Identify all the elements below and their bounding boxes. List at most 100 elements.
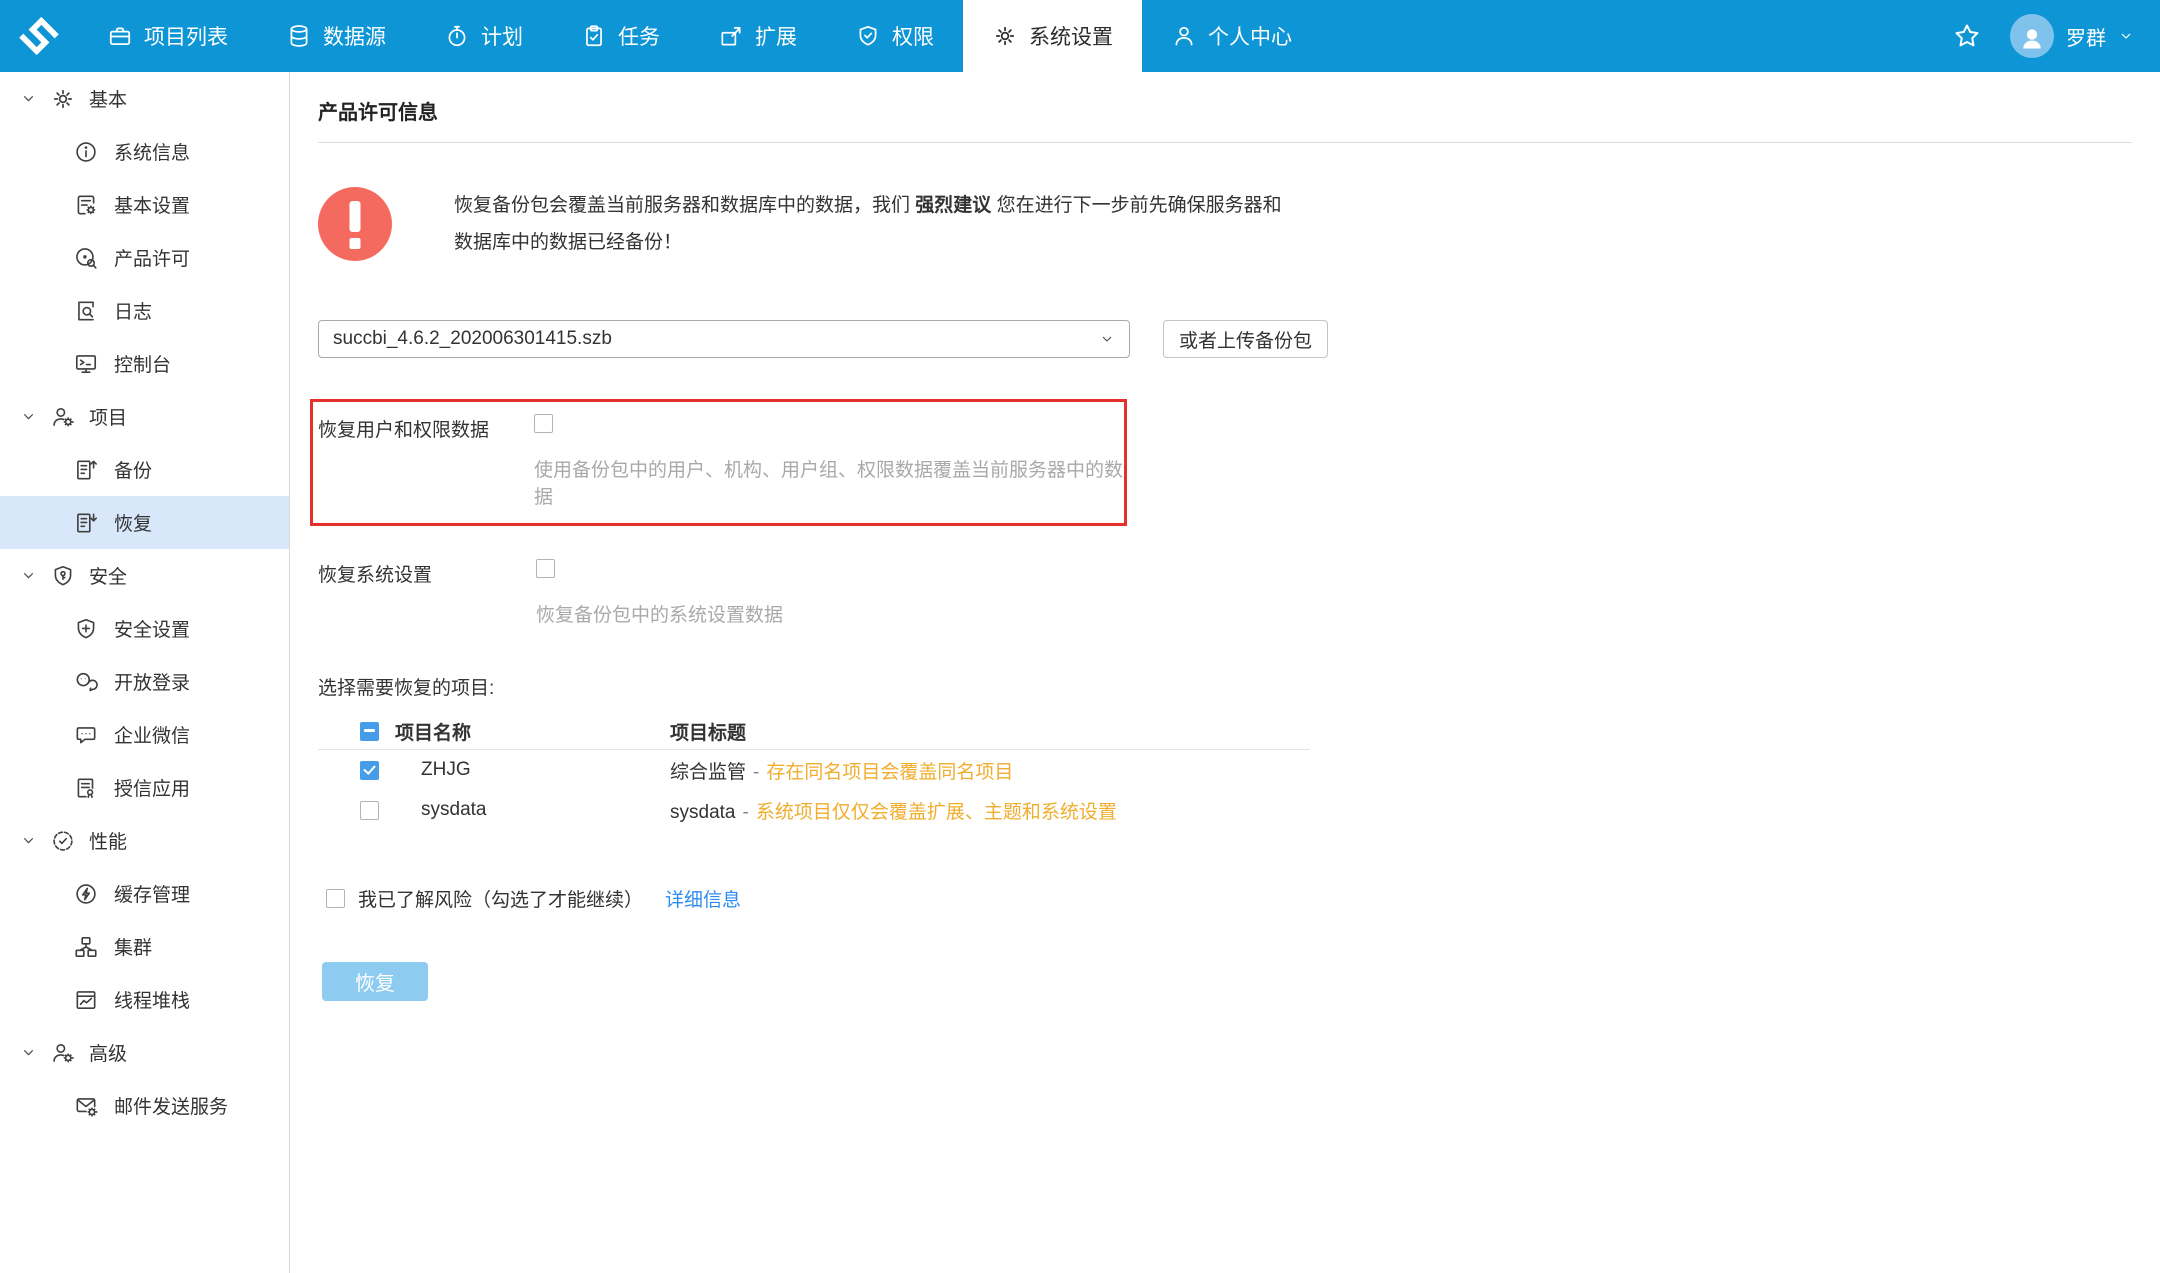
sidebar-item-label: 备份 (114, 461, 153, 482)
chevron-down-icon (20, 408, 37, 425)
shield-icon (855, 23, 881, 49)
sidebar-item[interactable]: 线程堆栈 (0, 973, 289, 1026)
sidebar-item-label: 项目 (89, 408, 128, 429)
sidebar-item[interactable]: 授信应用 (0, 761, 289, 814)
projects-table: 项目名称 项目标题 ZHJG 综合监管 - 存在同名项目会覆盖同名项目 sysdat… (318, 713, 1310, 830)
option-description: 恢复备份包中的系统设置数据 (536, 605, 784, 626)
sidebar-item[interactable]: 开放登录 (0, 655, 289, 708)
nav-tab[interactable]: 数据源 (257, 0, 415, 72)
sidebar-item[interactable]: 系统信息 (0, 125, 289, 178)
sidebar-item[interactable]: 安全 (0, 549, 289, 602)
table-row: ZHJG 综合监管 - 存在同名项目会覆盖同名项目 (318, 750, 1310, 790)
option-checkbox[interactable] (536, 559, 555, 578)
warning-bold-text: 强烈建议 (915, 195, 992, 216)
username: 罗群 (2066, 27, 2106, 50)
select-all-checkbox[interactable] (360, 721, 379, 741)
option-label: 恢复用户和权限数据 (318, 420, 490, 441)
avatar (2010, 14, 2054, 58)
sidebar-item[interactable]: 缓存管理 (0, 867, 289, 920)
doc-seal-icon (73, 775, 99, 801)
nav-tabs: 项目列表 数据源 计划 任务 扩展 权限 系统设置 个人中心 (78, 0, 1321, 72)
succbi-logo-icon (16, 13, 62, 59)
nav-tab[interactable]: 系统设置 (963, 0, 1142, 72)
doc-gear-icon (73, 192, 99, 218)
warning-banner: 恢复备份包会覆盖当前服务器和数据库中的数据，我们 强烈建议 您在进行下一步前先确… (318, 187, 2132, 261)
thread-icon (73, 987, 99, 1013)
cache-icon (73, 881, 99, 907)
chevron-down-icon (20, 832, 37, 849)
project-name: sysdata (421, 799, 487, 820)
sidebar-item[interactable]: 恢复 (0, 496, 289, 549)
exclamation-circle-icon (318, 187, 392, 261)
sidebar-item[interactable]: 集群 (0, 920, 289, 973)
column-header-title: 项目标题 (670, 722, 747, 744)
nav-tab[interactable]: 权限 (826, 0, 963, 72)
restore-button[interactable]: 恢复 (322, 962, 428, 1001)
sidebar-item[interactable]: 基本 (0, 72, 289, 125)
row-checkbox[interactable] (360, 800, 379, 820)
sidebar-item[interactable]: 性能 (0, 814, 289, 867)
nav-tab[interactable]: 计划 (415, 0, 552, 72)
sidebar: 基本 系统信息 基本设置 产品许可 日志 控制台 项目 备份 恢复 安全 安全设… (0, 72, 290, 1273)
sidebar-item-label: 高级 (89, 1044, 128, 1065)
risk-checkbox[interactable] (326, 889, 345, 908)
nav-tab-label: 任务 (618, 26, 660, 49)
console-icon (73, 351, 99, 377)
user-gear-icon (50, 404, 76, 430)
sidebar-item[interactable]: 备份 (0, 443, 289, 496)
gauge-icon (50, 828, 76, 854)
nav-tab-label: 扩展 (755, 26, 797, 49)
option-checkbox[interactable] (534, 414, 553, 433)
sidebar-item-label: 安全 (89, 567, 128, 588)
sidebar-item-label: 基本 (89, 90, 128, 111)
row-checkbox[interactable] (360, 760, 379, 780)
shield-plus-icon (73, 616, 99, 642)
project-note: 存在同名项目会覆盖同名项目 (766, 761, 1014, 783)
column-header-name: 项目名称 (395, 722, 472, 744)
sidebar-item-label: 系统信息 (114, 143, 191, 164)
app-logo[interactable] (0, 0, 78, 72)
project-title: sysdata (670, 801, 736, 823)
nav-tab[interactable]: 项目列表 (78, 0, 257, 72)
favorite-star-icon[interactable] (1952, 21, 1982, 51)
wechat-icon (73, 669, 99, 695)
sidebar-item-label: 集群 (114, 938, 153, 959)
projects-label: 选择需要恢复的项目: (318, 678, 495, 699)
user-menu[interactable]: 罗群 (2010, 14, 2134, 58)
sidebar-item[interactable]: 高级 (0, 1026, 289, 1079)
sidebar-item-label: 安全设置 (114, 620, 191, 641)
sidebar-item[interactable]: 企业微信 (0, 708, 289, 761)
sidebar-item[interactable]: 安全设置 (0, 602, 289, 655)
backup-package-select[interactable]: succbi_4.6.2_202006301415.szb (318, 320, 1130, 358)
license-icon (73, 245, 99, 271)
sidebar-item[interactable]: 项目 (0, 390, 289, 443)
chevron-down-icon (2118, 28, 2134, 44)
sidebar-item[interactable]: 日志 (0, 284, 289, 337)
database-icon (286, 23, 312, 49)
risk-confirm-row: 我已了解风险（勾选了才能继续） 详细信息 (326, 885, 2132, 912)
nav-tab[interactable]: 扩展 (689, 0, 826, 72)
nav-right: 罗群 (1952, 0, 2160, 72)
table-row: sysdata sysdata - 系统项目仅仅会覆盖扩展、主题和系统设置 (318, 790, 1310, 830)
briefcase-icon (107, 23, 133, 49)
nav-tab[interactable]: 任务 (552, 0, 689, 72)
stopwatch-icon (444, 23, 470, 49)
nav-tab[interactable]: 个人中心 (1142, 0, 1321, 72)
sidebar-item-label: 产品许可 (114, 249, 191, 270)
chevron-down-icon (20, 567, 37, 584)
details-link[interactable]: 详细信息 (665, 885, 741, 912)
gear-icon (992, 23, 1018, 49)
sidebar-item-label: 日志 (114, 302, 153, 323)
project-name: ZHJG (421, 759, 471, 780)
restore-option-row: 恢复系统设置 恢复备份包中的系统设置数据 (318, 559, 2132, 627)
restore-option-row: 恢复用户和权限数据 使用备份包中的用户、机构、用户组、权限数据覆盖当前服务器中的… (310, 399, 1127, 526)
restore-options: 恢复用户和权限数据 使用备份包中的用户、机构、用户组、权限数据覆盖当前服务器中的… (310, 399, 2132, 627)
cluster-icon (73, 934, 99, 960)
sidebar-item[interactable]: 产品许可 (0, 231, 289, 284)
sidebar-item[interactable]: 控制台 (0, 337, 289, 390)
title-note-separator: - (753, 761, 760, 783)
sidebar-item[interactable]: 基本设置 (0, 178, 289, 231)
upload-backup-button[interactable]: 或者上传备份包 (1163, 320, 1329, 358)
sidebar-item[interactable]: 邮件发送服务 (0, 1079, 289, 1132)
doc-up-icon (73, 457, 99, 483)
